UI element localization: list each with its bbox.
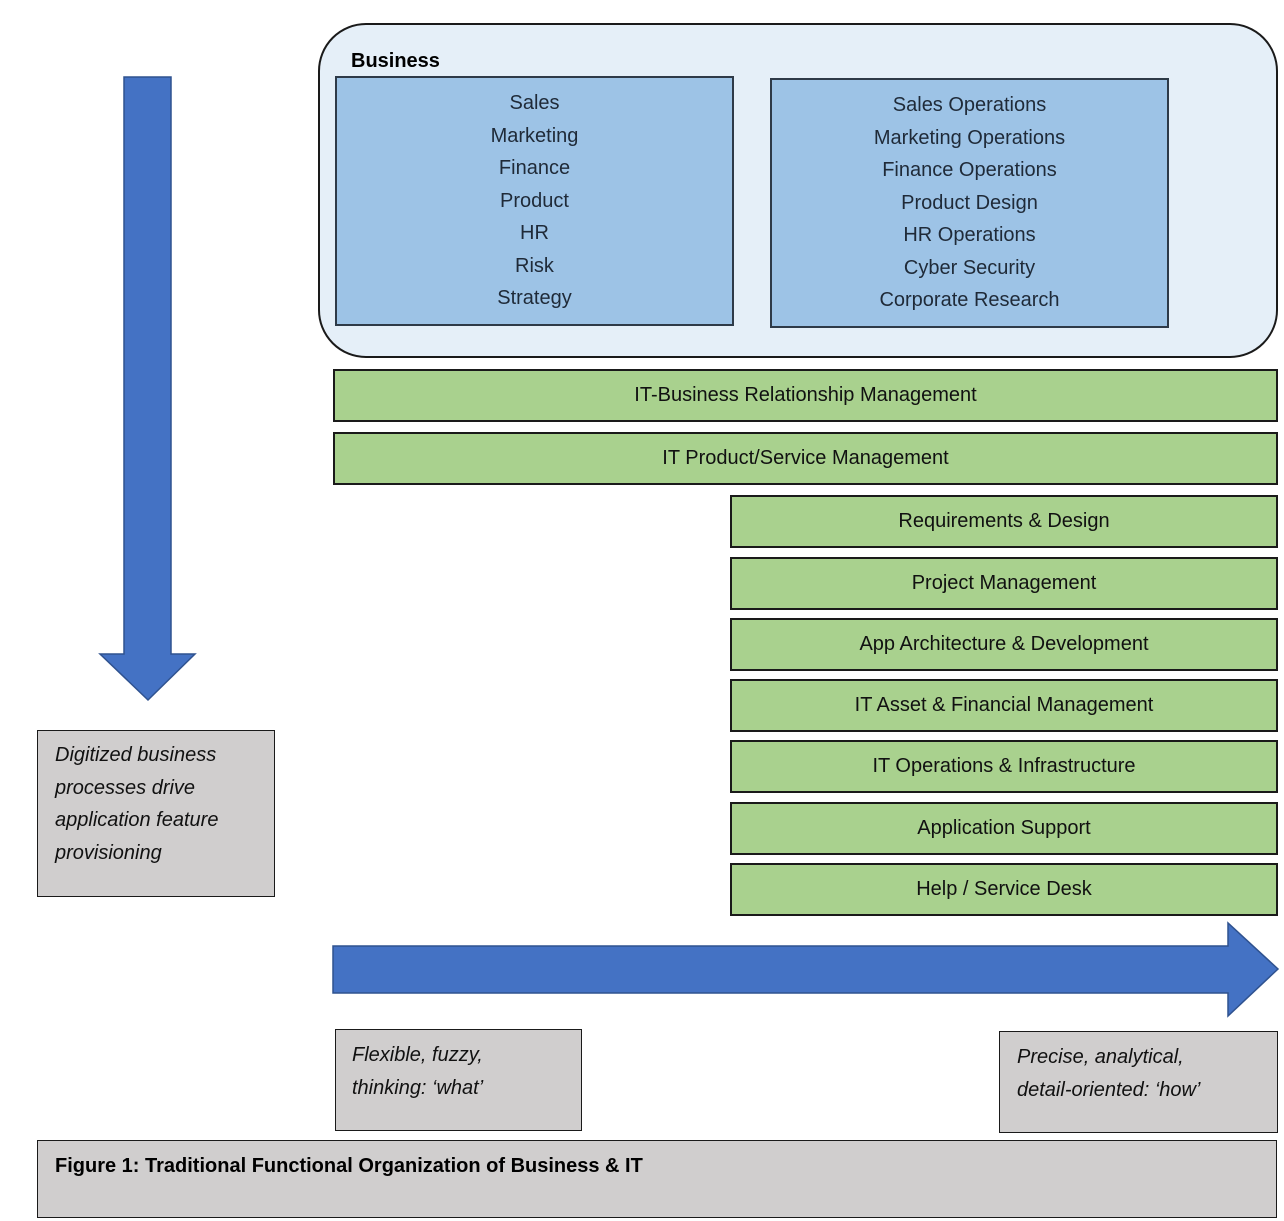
business-functions-box: Sales Marketing Finance Product HR Risk … (335, 76, 734, 326)
business-operation: Cyber Security (903, 256, 1036, 279)
it-bar-label: Application Support (917, 817, 1091, 839)
bottom-left-note: Flexible, fuzzy, thinking: ‘what’ (335, 1029, 582, 1131)
figure-caption-text: Figure 1: Traditional Functional Organiz… (55, 1155, 643, 1177)
business-operations-box: Sales Operations Marketing Operations Fi… (770, 78, 1169, 328)
business-operation: Sales Operations (892, 94, 1047, 117)
business-operation: HR Operations (903, 224, 1036, 247)
it-bar-label: Requirements & Design (898, 510, 1110, 532)
bottom-right-note: Precise, analytical, detail-oriented: ‘h… (999, 1031, 1278, 1133)
down-arrow-icon (98, 76, 197, 702)
it-bar-label: IT Asset & Financial Management (854, 694, 1154, 716)
bottom-right-note-line: Precise, analytical, (1017, 1046, 1184, 1068)
bottom-left-note-line: thinking: ‘what’ (352, 1076, 484, 1099)
it-bar-label: IT Operations & Infrastructure (872, 755, 1136, 777)
business-function: Risk (515, 254, 554, 277)
business-function: Product (500, 189, 569, 212)
business-operation: Marketing Operations (873, 126, 1066, 149)
it-bar-label: IT Product/Service Management (662, 447, 949, 469)
left-note-line: provisioning (55, 841, 162, 864)
left-note-line: Digitized business (55, 744, 217, 766)
business-function: Marketing (490, 124, 579, 147)
it-bar-app-architecture: App Architecture & Development (730, 618, 1278, 671)
it-bar-product-service-management: IT Product/Service Management (333, 432, 1278, 485)
it-bar-label: IT-Business Relationship Management (634, 384, 977, 406)
right-arrow-icon (332, 921, 1280, 1018)
business-title: Business (351, 50, 440, 72)
it-bar-project-management: Project Management (730, 557, 1278, 610)
business-function: Sales (509, 92, 560, 115)
left-note-line: application feature (55, 809, 219, 831)
business-function: HR (520, 222, 549, 245)
bottom-right-note-line: detail-oriented: ‘how’ (1017, 1078, 1201, 1101)
it-bar-application-support: Application Support (730, 802, 1278, 855)
business-operation: Product Design (901, 191, 1038, 214)
figure-caption: Figure 1: Traditional Functional Organiz… (37, 1140, 1277, 1218)
it-bar-label: Project Management (911, 572, 1097, 594)
it-bar-label: App Architecture & Development (859, 633, 1149, 655)
business-operation: Corporate Research (879, 289, 1060, 312)
it-bar-asset-financial: IT Asset & Financial Management (730, 679, 1278, 732)
bottom-left-note-line: Flexible, fuzzy, (352, 1044, 483, 1066)
business-function: Strategy (497, 287, 572, 310)
it-bar-label: Help / Service Desk (916, 878, 1092, 900)
it-bar-operations-infrastructure: IT Operations & Infrastructure (730, 740, 1278, 793)
it-bar-requirements-design: Requirements & Design (730, 495, 1278, 548)
business-operation: Finance Operations (882, 159, 1057, 182)
it-bar-help-service-desk: Help / Service Desk (730, 863, 1278, 916)
it-bar-relationship-management: IT-Business Relationship Management (333, 369, 1278, 422)
left-note: Digitized business processes drive appli… (37, 730, 275, 897)
left-note-line: processes drive (55, 776, 196, 799)
business-function: Finance (498, 157, 571, 180)
